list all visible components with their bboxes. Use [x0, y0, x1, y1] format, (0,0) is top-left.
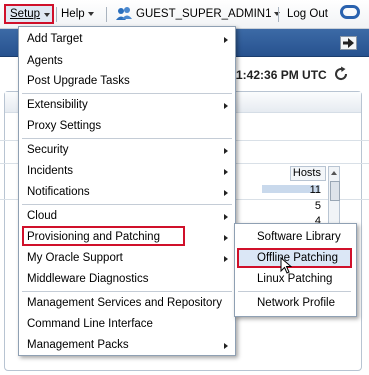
- separator: [56, 7, 57, 22]
- menu-separator: [22, 204, 232, 205]
- cursor-icon: [280, 257, 292, 274]
- hosts-column-header[interactable]: Hosts: [290, 166, 326, 181]
- menu-item-add-target[interactable]: Add Target: [27, 33, 82, 45]
- submenu-arrow-icon: [224, 256, 228, 262]
- scroll-thumb[interactable]: [330, 181, 340, 201]
- menu-item-management-packs[interactable]: Management Packs: [27, 339, 129, 351]
- refresh-time: 11:42:36 PM UTC: [230, 68, 327, 82]
- menu-item-proxy-settings[interactable]: Proxy Settings: [27, 120, 101, 132]
- submenu-item-software-library[interactable]: Software Library: [257, 231, 341, 243]
- menu-item-incidents[interactable]: Incidents: [27, 165, 73, 177]
- submenu-arrow-icon: [224, 235, 228, 241]
- logout-link[interactable]: Log Out: [287, 8, 328, 20]
- setup-label: Setup: [10, 8, 41, 20]
- scroll-up-icon[interactable]: [331, 171, 337, 175]
- hosts-value: 11: [309, 184, 321, 196]
- menu-item-cloud[interactable]: Cloud: [27, 210, 57, 222]
- submenu-arrow-icon: [224, 214, 228, 220]
- user-label: GUEST_SUPER_ADMIN1: [136, 8, 272, 20]
- menu-item-command-line-interface[interactable]: Command Line Interface: [27, 318, 153, 330]
- menu-item-my-oracle-support[interactable]: My Oracle Support: [27, 252, 123, 264]
- table-scrollbar[interactable]: [328, 166, 340, 228]
- help-menu[interactable]: Help: [61, 8, 94, 20]
- menu-separator: [238, 291, 351, 292]
- setup-menu-button[interactable]: Setup: [4, 4, 54, 24]
- menu-item-management-services[interactable]: Management Services and Repository: [27, 297, 222, 309]
- menu-item-agents[interactable]: Agents: [27, 55, 63, 67]
- submenu-arrow-icon: [224, 103, 228, 109]
- oracle-logo-icon: [340, 5, 360, 19]
- submenu-arrow-icon: [224, 343, 228, 349]
- submenu-item-offline-patching[interactable]: Offline Patching: [257, 252, 338, 264]
- submenu-item-network-profile[interactable]: Network Profile: [257, 297, 335, 309]
- user-menu[interactable]: GUEST_SUPER_ADMIN1: [136, 8, 281, 20]
- help-label: Help: [61, 8, 85, 20]
- submenu-item-linux-patching[interactable]: Linux Patching: [257, 273, 332, 285]
- user-icon: [116, 7, 132, 20]
- menu-separator: [22, 291, 232, 292]
- menu-item-notifications[interactable]: Notifications: [27, 186, 90, 198]
- chevron-down-icon: [87, 11, 94, 16]
- separator: [278, 7, 279, 22]
- refresh-icon[interactable]: [333, 66, 349, 82]
- hosts-value: 5: [314, 200, 321, 212]
- chevron-down-icon: [44, 13, 50, 17]
- submenu-arrow-icon: [224, 169, 228, 175]
- submenu-arrow-icon: [224, 37, 228, 43]
- submenu-arrow-icon: [224, 148, 228, 154]
- arrow-right-icon: [343, 38, 354, 48]
- menu-item-security[interactable]: Security: [27, 144, 69, 156]
- menu-item-middleware-diagnostics[interactable]: Middleware Diagnostics: [27, 273, 148, 285]
- setup-dropdown-menu: Add Target Agents Post Upgrade Tasks Ext…: [18, 26, 236, 356]
- menu-separator: [22, 138, 232, 139]
- menu-item-extensibility[interactable]: Extensibility: [27, 99, 88, 111]
- submenu-arrow-icon: [224, 190, 228, 196]
- expand-button[interactable]: [340, 36, 357, 50]
- menu-separator: [22, 93, 232, 94]
- menu-item-post-upgrade-tasks[interactable]: Post Upgrade Tasks: [27, 75, 130, 87]
- separator: [106, 7, 107, 22]
- provisioning-highlight-box: [22, 226, 185, 246]
